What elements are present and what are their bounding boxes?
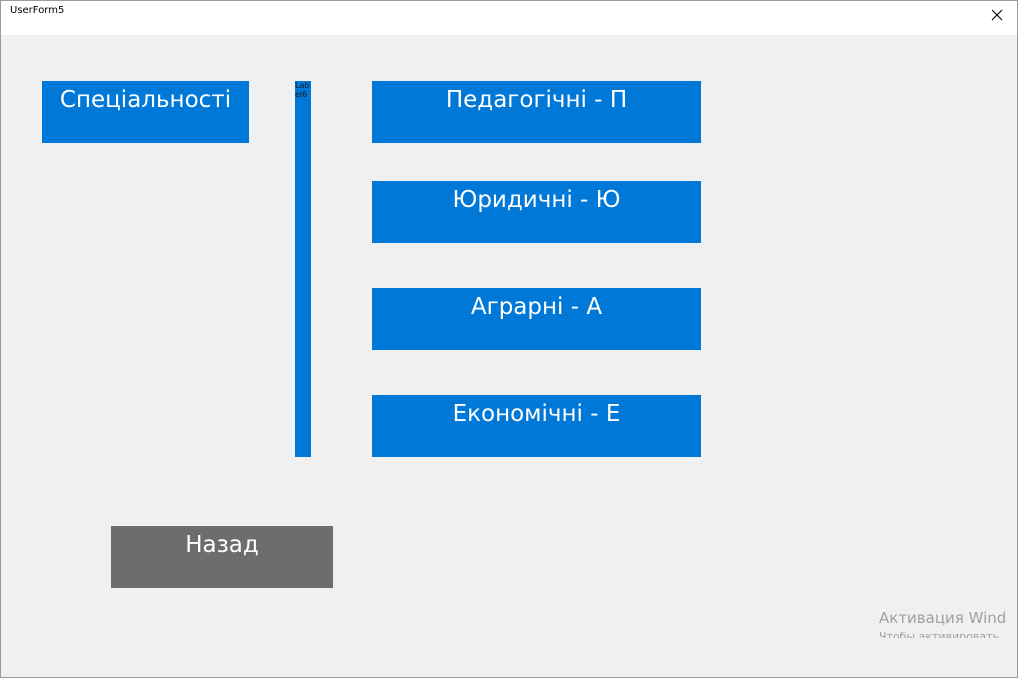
activation-watermark: Активация Wind Чтобы активировать [879,609,1017,638]
label6-bar: Label6 [295,81,311,457]
watermark-line1: Активация Wind [879,609,1007,627]
back-button[interactable]: Назад [111,526,333,588]
watermark-line2: Чтобы активировать [879,630,1000,638]
label6-text: Label6 [295,81,310,99]
window-title: UserForm5 [10,5,65,16]
userform-window: UserForm5 Спеціальності Label6 Педагогіч… [0,0,1018,678]
form-client-area: Спеціальності Label6 Педагогічні - П Юри… [1,35,1017,677]
close-icon [991,9,1003,21]
pedagogical-button[interactable]: Педагогічні - П [372,81,701,143]
specialties-label: Спеціальності [42,81,249,143]
close-button[interactable] [977,1,1017,35]
agrarian-button[interactable]: Аграрні - А [372,288,701,350]
title-bar: UserForm5 [1,1,1017,35]
legal-button[interactable]: Юридичні - Ю [372,181,701,243]
economic-button[interactable]: Економічні - Е [372,395,701,457]
